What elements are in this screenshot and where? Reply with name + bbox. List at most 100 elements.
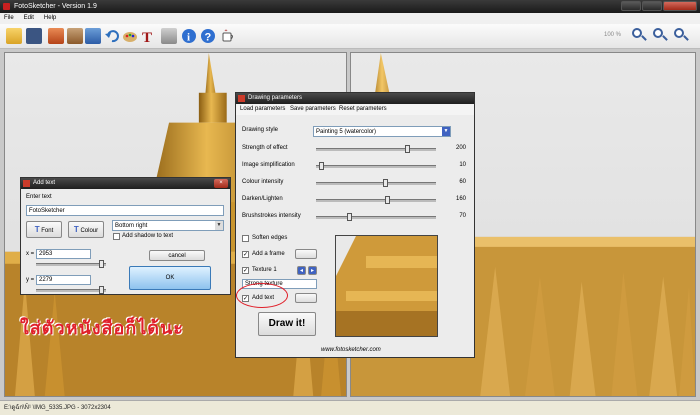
colour-button[interactable]: T Colour [68,221,104,238]
x-slider-thumb[interactable] [99,260,104,268]
y-input[interactable]: 2279 [36,275,91,285]
enter-text-label: Enter text [26,194,52,200]
open-folder-icon[interactable] [6,28,22,44]
x-slider[interactable] [36,260,106,268]
website-link[interactable]: www.fotosketcher.com [321,347,381,353]
close-button[interactable] [663,1,697,11]
image-icon[interactable] [85,28,101,44]
info-icon[interactable]: i [181,28,197,44]
drawing-style-value: Painting 5 (watercolor) [316,129,377,135]
menu-bar: File Edit Help [0,13,700,24]
help-icon[interactable]: ? [200,28,216,44]
text-settings-button[interactable] [295,293,317,303]
slider-label: Strength of effect [242,145,288,151]
y-label: y = [26,277,35,283]
zoom-level: 100 % [604,32,622,38]
add-text-dialog: Add text × Enter text FotoSketcher T Fon… [20,177,231,295]
zoom-in-icon[interactable] [632,28,647,42]
print-icon[interactable] [161,28,177,44]
app-icon [23,180,30,187]
svg-text:i: i [187,32,190,44]
cancel-button[interactable]: cancel [149,250,205,261]
save-icon[interactable] [26,28,42,44]
soften-edges-checkbox[interactable] [242,235,249,242]
slider-thumb[interactable] [385,196,390,204]
parameter-slider[interactable] [316,213,436,221]
x-input[interactable]: 2953 [36,249,91,259]
chevron-down-icon: ▼ [215,221,223,230]
dialog-title: Drawing parameters [248,95,303,101]
slider-thumb[interactable] [405,145,410,153]
parameter-slider[interactable] [316,145,436,153]
frame-settings-button[interactable] [295,249,317,259]
font-icon: T [34,225,40,234]
texture-preview-thumbnail [335,235,438,337]
svg-text:?: ? [205,32,212,44]
status-bar: E:\ดูฉ้ก่\Ñ¹ \IMG_5335.JPG - 3072x2304 [0,400,700,415]
menu-help[interactable]: Help [40,13,60,24]
menu-file[interactable]: File [0,13,18,24]
minimize-button[interactable] [621,1,641,11]
add-frame-label: Add a frame [252,251,285,257]
text-icon[interactable]: T [141,28,157,46]
slider-thumb[interactable] [383,179,388,187]
y-slider[interactable] [36,286,106,294]
close-icon[interactable]: × [214,179,228,188]
slider-label: Image simplification [242,162,295,168]
texture-next-button[interactable]: ▸ [308,266,317,275]
slider-thumb[interactable] [319,162,324,170]
drawing-style-dropdown[interactable]: Painting 5 (watercolor) ▼ [313,126,451,137]
window-title: FotoSketcher - Version 1.9 [14,3,97,10]
parameter-slider[interactable] [316,162,436,170]
menu-edit[interactable]: Edit [20,13,38,24]
save-parameters-menu[interactable]: Save parameters [290,104,336,115]
svg-text:T: T [142,30,152,44]
y-slider-thumb[interactable] [99,286,104,294]
palette-icon[interactable] [122,28,138,44]
toolbar: T i ? [0,24,700,49]
copy-icon[interactable] [48,28,64,44]
add-frame-checkbox[interactable]: ✓ [242,251,249,258]
draw-it-button[interactable]: Draw it! [258,312,316,336]
texture-checkbox[interactable]: ✓ [242,267,249,274]
paste-icon[interactable] [67,28,83,44]
drawing-parameters-titlebar[interactable]: Drawing parameters [236,93,474,104]
ok-button[interactable]: OK [129,266,211,290]
soften-edges-label: Soften edges [252,235,288,241]
add-text-titlebar[interactable]: Add text × [21,178,230,189]
undo-icon[interactable] [104,28,120,44]
slider-label: Darken/Lighten [242,196,283,202]
dialog-menu: Load parameters Save parameters Reset pa… [236,104,474,115]
slider-value: 200 [455,145,466,151]
zoom-fit-icon[interactable] [674,28,689,42]
slider-thumb[interactable] [347,213,352,221]
slider-value: 60 [459,179,466,185]
chevron-down-icon: ▼ [442,127,450,136]
maximize-button[interactable] [642,1,662,11]
parameter-slider[interactable] [316,196,436,204]
text-position-value: Bottom right [115,223,148,229]
texture-previous-button[interactable]: ◂ [297,266,306,275]
title-bar: FotoSketcher - Version 1.9 [0,0,700,13]
text-input[interactable]: FotoSketcher [26,205,224,216]
text-input-value: FotoSketcher [29,208,65,214]
font-button[interactable]: T Font [26,221,62,238]
app-icon [238,95,245,102]
reset-parameters-menu[interactable]: Reset parameters [339,104,387,115]
x-label: x = [26,251,35,257]
highlight-circle [236,283,288,308]
slider-value: 160 [455,196,466,202]
slider-value: 70 [459,213,466,219]
shadow-label: Add shadow to text [122,233,174,239]
add-text-title: Add text [33,180,56,186]
load-parameters-menu[interactable]: Load parameters [240,104,285,115]
shadow-checkbox[interactable] [113,233,120,240]
slider-label: Brushstrokes intensity [242,213,301,219]
slider-value: 10 [459,162,466,168]
zoom-out-icon[interactable] [653,28,668,42]
annotation-text: ใส่ตัวหนังสือก็ได้นะ [20,318,184,339]
colour-icon: T [73,225,79,234]
text-position-dropdown[interactable]: Bottom right ▼ [112,220,224,231]
coffee-cup-icon[interactable] [220,28,236,44]
parameter-slider[interactable] [316,179,436,187]
